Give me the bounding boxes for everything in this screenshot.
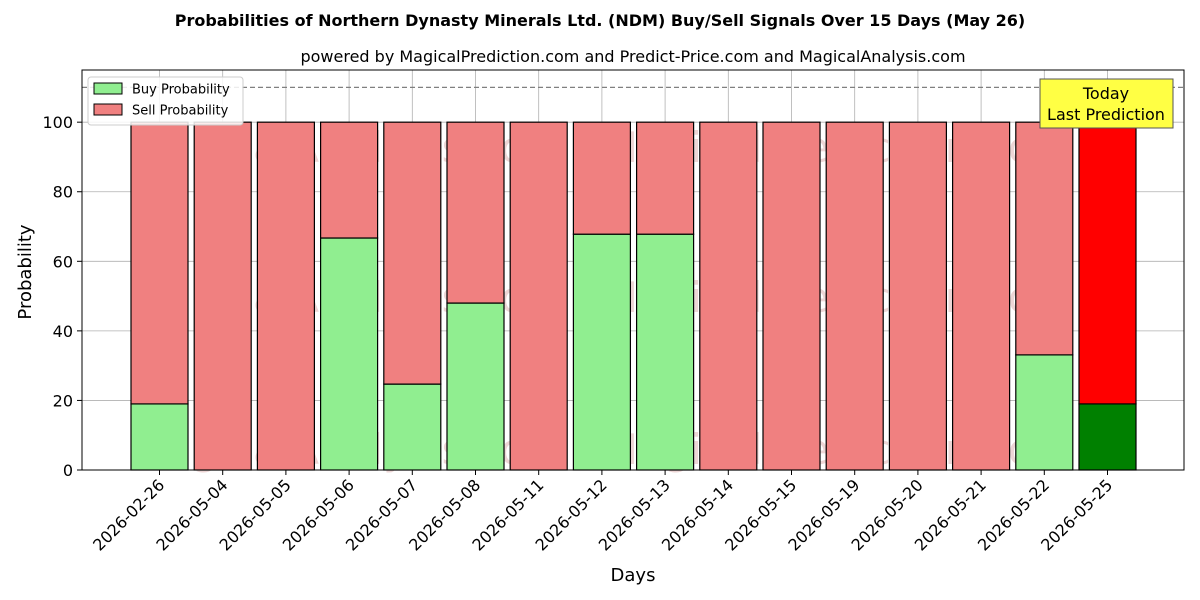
y-tick-label: 0 (63, 461, 73, 480)
legend-label: Buy Probability (132, 83, 230, 98)
today-annotation: Today Last Prediction (1039, 78, 1174, 129)
sell-bar (951, 121, 1011, 471)
sell-bar (256, 121, 315, 471)
sell-bar (572, 121, 632, 235)
buy-bar (446, 302, 505, 471)
chart-subtitle: powered by MagicalPrediction.com and Pre… (300, 47, 965, 66)
sell-bar (1015, 121, 1074, 356)
buy-bar (635, 233, 695, 471)
buy-bar (572, 233, 632, 471)
y-tick-label: 80 (53, 183, 73, 202)
y-axis-label: Probability (15, 224, 36, 319)
legend-swatch (93, 82, 123, 95)
sell-bar (635, 121, 695, 235)
probability-chart: Probabilities of Northern Dynasty Minera… (15, 11, 1185, 586)
sell-bar (509, 121, 568, 471)
sell-bar (762, 121, 821, 471)
chart-title: Probabilities of Northern Dynasty Minera… (175, 11, 1026, 30)
legend-label: Sell Probability (132, 104, 229, 119)
x-axis-label: Days (611, 565, 656, 586)
legend-swatch (93, 103, 123, 116)
plot-area: 020406080100MagicalAnalysis.comMagicalPr… (42, 69, 1185, 555)
sell-bar (383, 121, 442, 385)
annotation-line-1: Today (1082, 84, 1129, 103)
sell-bar (1078, 121, 1137, 405)
sell-bar (446, 121, 505, 304)
y-tick-label: 20 (53, 391, 73, 410)
legend: Buy Probability Sell Probability (87, 76, 244, 126)
buy-bar (130, 403, 189, 471)
buy-bar (1015, 354, 1074, 471)
sell-bar (699, 121, 758, 471)
buy-bar (320, 237, 379, 471)
buy-bar (383, 383, 442, 471)
y-tick-label: 60 (53, 252, 73, 271)
y-tick-label: 100 (42, 113, 73, 132)
sell-bar (193, 121, 252, 471)
sell-bar (825, 121, 884, 471)
sell-bar (888, 121, 948, 471)
y-tick-label: 40 (53, 322, 73, 341)
buy-bar (1078, 403, 1137, 471)
sell-bar (130, 121, 189, 405)
annotation-line-2: Last Prediction (1047, 105, 1165, 124)
sell-bar (320, 121, 379, 239)
